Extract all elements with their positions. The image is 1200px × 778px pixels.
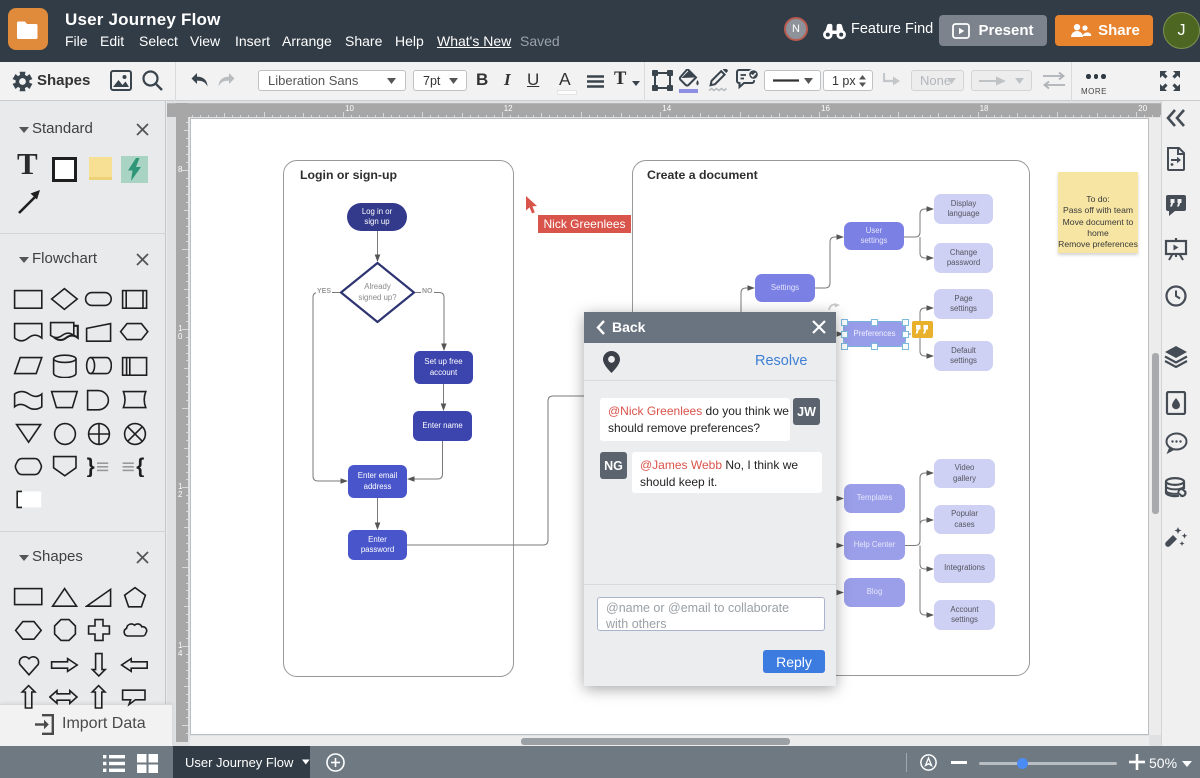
svg-text:}: } (86, 456, 94, 477)
svg-text:{: { (136, 456, 144, 477)
